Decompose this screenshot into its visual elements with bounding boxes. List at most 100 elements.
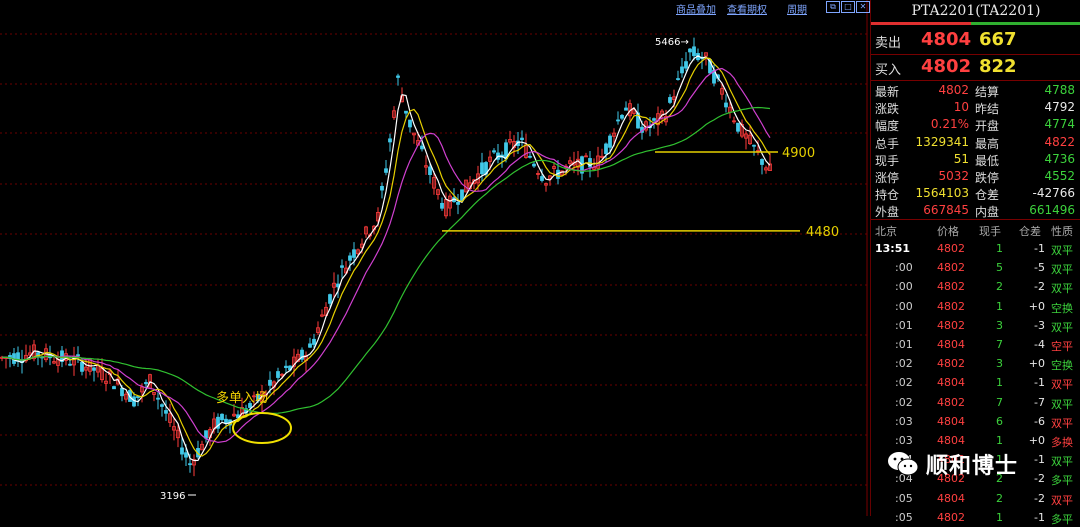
tick-type: 多平 bbox=[1051, 474, 1073, 488]
tick-time: :02 bbox=[895, 376, 913, 390]
level-label-4480: 4480 bbox=[806, 225, 839, 240]
tick-time: 13:51 bbox=[875, 242, 911, 255]
candle-body bbox=[156, 397, 160, 400]
stat-label: 跌停 bbox=[975, 171, 1000, 185]
view-options-link[interactable]: 查看期权 bbox=[727, 1, 767, 16]
candle-body bbox=[624, 107, 628, 111]
tick-diff: -5 bbox=[1034, 261, 1045, 275]
tick-row: :05 4804 2 -2 双平 bbox=[871, 489, 1080, 508]
tick-price: 4802 bbox=[937, 280, 965, 294]
candle-body bbox=[408, 119, 412, 128]
tick-diff: -2 bbox=[1034, 491, 1045, 505]
stat-value: 4802 bbox=[938, 83, 969, 97]
tick-volume: 1 bbox=[996, 510, 1003, 524]
entry-label: 多单入场 bbox=[216, 390, 268, 406]
tick-row: 13:51 4802 1 -1 双平 bbox=[871, 239, 1080, 258]
tick-type: 双平 bbox=[1051, 416, 1073, 430]
tick-header: 北京 价格 现手 仓差 性质 bbox=[871, 220, 1080, 239]
tick-diff: -1 bbox=[1034, 510, 1045, 524]
tick-type: 多平 bbox=[1051, 512, 1073, 526]
period-link[interactable]: 周期 bbox=[787, 1, 807, 16]
overlay-commodity-link[interactable]: 商品叠加 bbox=[676, 1, 716, 16]
tick-row: :00 4802 1 +0 空换 bbox=[871, 297, 1080, 316]
watermark-text: 顺和博士 bbox=[926, 454, 1019, 479]
tick-header-cell: 仓差 bbox=[1019, 225, 1041, 238]
high-label: 5466→ bbox=[655, 37, 689, 48]
tick-row: :05 4802 1 -1 多平 bbox=[871, 508, 1080, 527]
tick-row: :00 4802 2 -2 双平 bbox=[871, 277, 1080, 296]
stat-value: 5032 bbox=[938, 169, 969, 183]
panel-bar-red bbox=[871, 22, 971, 25]
candle-body bbox=[460, 189, 464, 202]
candlestick-chart[interactable]: 4900 4480 5466→ 3196 多单入场 商品叠加 查看期权 周期 ⧉ □ ✕ bbox=[0, 0, 870, 516]
sell-label: 卖出 bbox=[875, 36, 902, 51]
buy-label: 买入 bbox=[875, 63, 902, 78]
tick-row: :02 4802 7 -7 双平 bbox=[871, 393, 1080, 412]
tick-type: 双平 bbox=[1051, 378, 1073, 392]
ma-line-white bbox=[1, 55, 771, 462]
tick-price: 4802 bbox=[937, 242, 965, 255]
stat-label: 内盘 bbox=[975, 205, 1000, 220]
tick-volume: 1 bbox=[996, 242, 1003, 255]
tick-row: :03 4804 6 -6 双平 bbox=[871, 412, 1080, 431]
candle-body bbox=[76, 354, 80, 357]
stat-label: 开盘 bbox=[975, 119, 1000, 134]
stat-label: 涨跌 bbox=[875, 102, 900, 117]
restore-icon[interactable]: ⧉ bbox=[826, 1, 840, 13]
tick-price: 4804 bbox=[937, 434, 965, 447]
tick-header-cell: 性质 bbox=[1051, 225, 1073, 238]
sell-volume: 667 bbox=[979, 29, 1017, 50]
tick-row: :02 4802 3 +0 空换 bbox=[871, 354, 1080, 373]
tick-diff: -7 bbox=[1034, 395, 1045, 409]
tick-volume: 5 bbox=[996, 261, 1003, 275]
maximize-icon[interactable]: □ bbox=[841, 1, 855, 13]
chart-canvas[interactable]: 4900 4480 5466→ 3196 多单入场 bbox=[0, 0, 868, 516]
stat-row: 总手 1329341 最高 4822 bbox=[871, 134, 1080, 151]
watermark: 顺和博士 bbox=[886, 448, 1018, 480]
candle-body bbox=[736, 122, 740, 132]
tick-time: :00 bbox=[895, 299, 913, 313]
stat-label: 总手 bbox=[875, 136, 900, 151]
tick-diff: -4 bbox=[1034, 338, 1045, 351]
candle-body bbox=[404, 110, 408, 114]
stat-value: 4822 bbox=[1044, 134, 1075, 149]
tick-header-cell: 现手 bbox=[979, 225, 1001, 238]
stat-value: 0.21% bbox=[930, 117, 969, 132]
stat-value: 4792 bbox=[1044, 100, 1075, 115]
tick-diff: -2 bbox=[1034, 280, 1045, 294]
candle-body bbox=[420, 145, 424, 150]
close-icon[interactable]: ✕ bbox=[856, 1, 870, 13]
tick-volume: 6 bbox=[996, 414, 1003, 428]
wechat-icon bbox=[888, 452, 919, 476]
candle-body bbox=[492, 150, 496, 153]
candle-body bbox=[308, 343, 312, 348]
candle-body bbox=[752, 144, 756, 147]
tick-price: 4802 bbox=[937, 395, 965, 409]
candle-body bbox=[456, 201, 460, 205]
candle-body bbox=[68, 363, 72, 366]
quote-panel: PTA2201(TA2201) 卖出 4804 667 买入 4802 822 … bbox=[870, 0, 1080, 526]
candle-body bbox=[220, 413, 224, 421]
tick-diff: +0 bbox=[1028, 434, 1045, 447]
candle-body bbox=[652, 118, 656, 121]
candle-body bbox=[352, 249, 356, 258]
candle-body bbox=[384, 168, 388, 173]
ma-line-yellow bbox=[1, 57, 771, 457]
tick-diff: -3 bbox=[1034, 318, 1045, 332]
tick-row: :00 4802 5 -5 双平 bbox=[871, 258, 1080, 277]
tick-price: 4802 bbox=[937, 357, 965, 371]
candle-body bbox=[724, 102, 728, 108]
tick-row: :01 4804 7 -4 空平 bbox=[871, 335, 1080, 354]
divider bbox=[871, 80, 1080, 81]
tick-time: :03 bbox=[895, 414, 913, 428]
stat-value: 4774 bbox=[1044, 117, 1075, 132]
buy-price: 4802 bbox=[921, 56, 972, 77]
ma-line-green bbox=[1, 106, 771, 415]
candle-body bbox=[604, 143, 608, 155]
tick-row: :01 4802 3 -3 双平 bbox=[871, 316, 1080, 335]
tick-time: :00 bbox=[895, 261, 913, 275]
candle-body bbox=[160, 404, 164, 407]
tick-type: 空换 bbox=[1051, 359, 1073, 373]
candle-body bbox=[396, 75, 400, 78]
candle-body bbox=[676, 78, 680, 80]
